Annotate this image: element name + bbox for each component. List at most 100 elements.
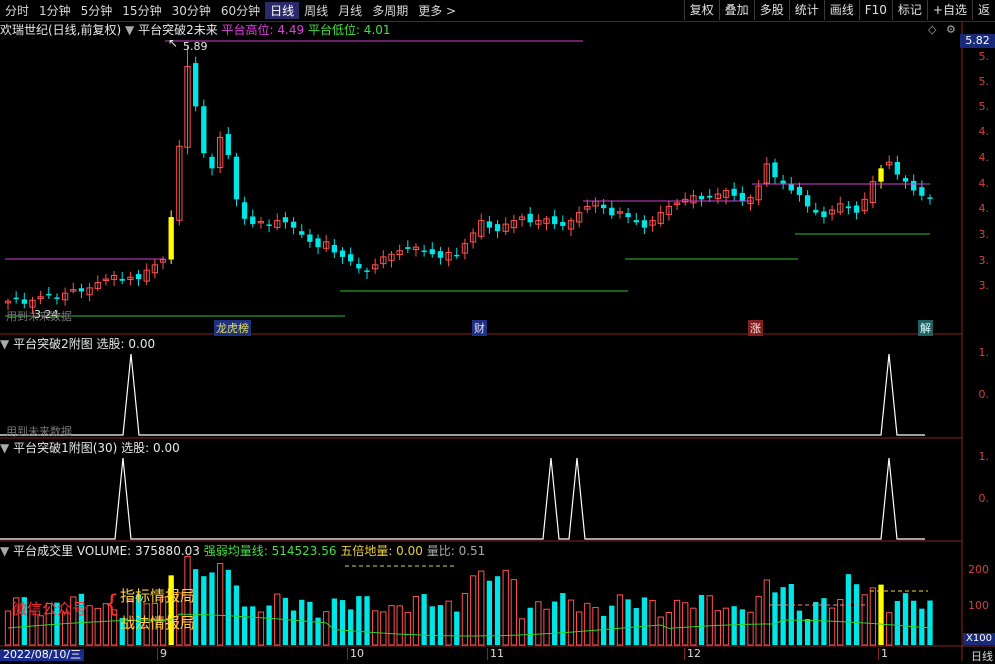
volume-bar-up [706,595,713,646]
event-unlock[interactable]: 解 [918,320,933,336]
candle-body-down [201,106,207,154]
sub-axis-label: 1. [978,450,990,463]
volume-bar-up [396,605,403,646]
current-price-tag: 5.82 [960,34,995,48]
volume-bar-down [853,584,860,645]
volume-bar-down [911,600,917,645]
volume-bar-down [878,584,884,645]
volume-bar-down [788,583,794,645]
volume-bar-up [886,612,893,646]
volume-bar-down [527,607,533,645]
candle-body-down [282,217,289,223]
indicator-menu-icon[interactable]: ▼ [125,23,134,37]
watermark-line-2: 战法情报局 [120,614,196,632]
volume-bar-down [845,574,852,645]
sub1-signal-line [0,353,925,436]
volume-bar-down [560,593,566,645]
peak-price-label: 5.89 [183,40,208,53]
candle-body-down [739,192,745,202]
volume-bar-up [837,599,844,646]
candle-body-down [119,278,125,281]
volume-bar-down [201,576,207,645]
volume-bar-down [902,593,909,645]
candle-body-down [845,206,852,209]
candle-body-down [315,238,321,248]
price-axis-label: 4. [978,151,990,164]
candle-body-down [527,213,533,223]
candle-body-down [560,222,566,226]
volume-menu-icon[interactable]: ▼ [0,544,9,558]
volume-bar-down [225,569,231,645]
volume-bar-up [323,611,330,646]
candle-body-down [894,161,901,175]
volume-bar-up [584,602,591,646]
volume-bar-up [657,616,664,646]
sub1-indicator-name[interactable]: 平台突破2附图 [13,337,93,351]
volume-indicator-name[interactable]: 平台成交里 [13,544,73,558]
volume-bar-up [747,611,754,646]
sub2-indicator-name[interactable]: 平台突破1附图(30) [13,441,117,455]
candle-body-down [788,183,794,191]
volume-bar-down [600,615,607,645]
volume-bar-down [331,598,338,645]
volume-bar-up [535,601,542,646]
volume-bar-down [250,606,256,645]
platform-high-label: 平台高位: 4.49 [221,23,305,37]
x-axis-month-label: 9 [157,648,167,660]
event-dragon-tiger[interactable]: 龙虎榜 [214,320,251,336]
candle-body-down [902,178,909,182]
candle-body-down [46,293,52,296]
candle-body-down [307,234,313,242]
candle-body-down [796,186,803,195]
x-axis-month-label: 12 [684,648,701,660]
volume-bar-up [616,594,624,646]
sub-axis-label: 200 [968,563,989,576]
candle-body-down [21,299,27,304]
candle-body-down [772,162,778,178]
indicator-name[interactable]: 平台突破2未来 [138,23,218,37]
watermark-line-1: 指标情报局 [120,587,196,605]
price-axis-label: 4. [978,125,990,138]
candle-body-down [878,168,884,182]
candle-body-down [813,209,819,213]
kline-chart-canvas[interactable] [0,0,995,661]
watermark-wechat: 微信公众号 [12,600,88,618]
stock-name[interactable]: 欢瑞世纪(日线,前复权) [0,23,121,37]
sub1-panel-title: ▼ 平台突破2附图 选股: 0.00 [0,336,155,352]
candle-body-down [821,211,827,218]
candle-body-down [78,288,85,292]
volume-bar-down [796,610,803,645]
x-axis-month-label: 1 [878,648,888,660]
volume-bar-up [518,618,526,646]
price-axis-label: 4. [978,177,990,190]
candle-body-down [13,297,19,300]
candle-body-down [911,180,917,191]
volume-unit-label: X100 [963,633,995,645]
volume-bar-down [299,599,305,645]
watermark-brace: { [104,590,120,618]
event-finance[interactable]: 财 [472,320,487,336]
candle-body-down [437,251,444,258]
volume-bar-up [567,599,575,646]
volume-bar-down [233,585,240,645]
volume-bar-up [257,611,265,646]
gear-icon[interactable]: ⚙ [946,23,956,36]
candle-body-down [250,216,256,225]
sub2-menu-icon[interactable]: ▼ [0,441,9,455]
candle-body-down [290,221,297,228]
candle-body-down [356,263,362,269]
sub1-value: 选股: 0.00 [96,337,156,351]
volume-bar-up [469,575,477,646]
sub1-menu-icon[interactable]: ▼ [0,337,9,351]
candle-body-down [266,224,272,226]
candle-body-down [804,195,811,207]
volume-bar-down [209,572,215,645]
event-rise[interactable]: 涨 [748,320,763,336]
diamond-icon[interactable]: ◇ [928,23,936,36]
candle-body-down [225,134,231,156]
volume-ratio-value: 量比: 0.51 [426,544,486,558]
volume-bar-up [649,599,656,646]
x-axis-date: 2022/08/10/三 [0,649,85,661]
volume-bar-up [94,607,101,646]
candle-body-down [609,207,615,216]
